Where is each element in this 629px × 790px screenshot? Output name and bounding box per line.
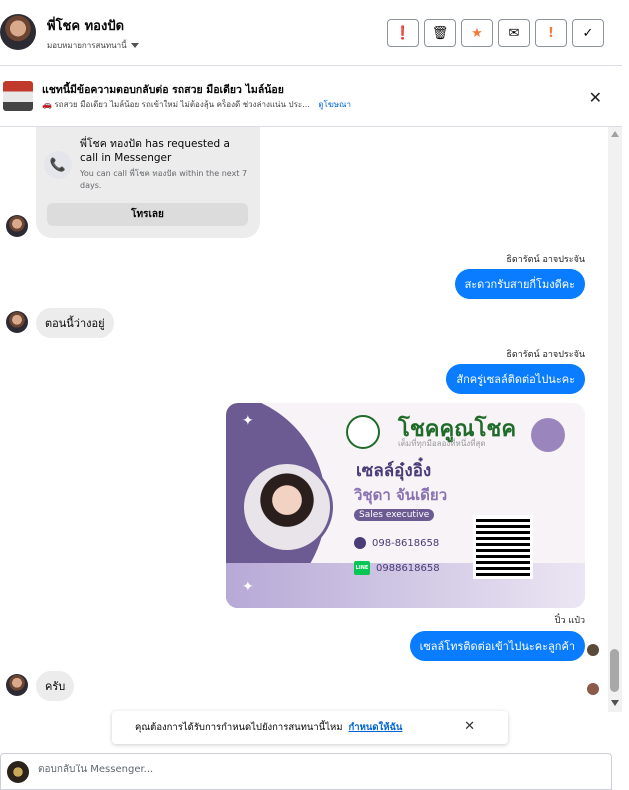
done-button[interactable]: ✓ — [572, 19, 604, 47]
card-tagline: เต็มที่ทุกมือลองที่หนึ่งที่สุด — [398, 439, 486, 448]
card-full-name: วิชุดา จันเดียว — [354, 486, 448, 504]
message-thread: 📞 พี่โชค ทองปัด has requested a call in … — [0, 127, 622, 747]
call-request-card: 📞 พี่โชค ทองปัด has requested a call in … — [36, 127, 260, 238]
assign-to-me-link[interactable]: กำหนดให้ฉัน — [349, 720, 403, 735]
delete-button[interactable]: 🗑 — [424, 19, 456, 47]
trash-icon: 🗑 — [431, 25, 449, 41]
message-bubble-outgoing[interactable]: เซลล์โทรติดต่อเข้าไปนะคะลูกค้า — [409, 631, 585, 661]
phone-icon: 📞 — [44, 151, 72, 179]
assign-prompt-toast: คุณต้องการได้รับการกำหนดไปยังการสนทนานี้… — [112, 711, 508, 744]
contact-avatar[interactable] — [0, 14, 36, 50]
business-card-image[interactable]: ✦ ✦ โชคคูณโชค เต็มที่ทุกมือลองที่หนึ่งที… — [226, 403, 585, 608]
assign-label: มอบหมายการสนทนานี้ — [47, 41, 127, 50]
card-decoration — [531, 418, 565, 452]
card-phone: 098-8618658 — [354, 537, 439, 549]
page-avatar — [7, 761, 29, 783]
message-bubble-incoming[interactable]: ครับ — [36, 671, 75, 701]
message-bubble-incoming[interactable]: ตอนนี้ว่างอยู่ — [36, 308, 114, 338]
card-line: LINE 0988618658 — [354, 561, 440, 575]
ad-title: แชทนี้มีข้อความตอบกลับต่อ รถสวย มือเดียว… — [42, 84, 284, 96]
check-icon: ✓ — [582, 25, 594, 41]
call-request-subtitle: You can call พี่โชค ทองปัด within the ne… — [80, 169, 248, 190]
ad-banner: แชทนี้มีข้อความตอบกลับต่อ รถสวย มือเดียว… — [0, 66, 622, 127]
follow-up-button[interactable]: ! — [535, 19, 567, 47]
spam-button[interactable]: ❗ — [387, 19, 419, 47]
close-icon[interactable]: ✕ — [464, 719, 475, 734]
mark-unread-button[interactable]: ✉ — [498, 19, 530, 47]
message-bubble-outgoing[interactable]: สักครู่เซลล์ติดต่อไปนะคะ — [446, 364, 585, 394]
exclamation-icon: ! — [548, 25, 554, 41]
qr-code — [473, 515, 533, 579]
avatar — [6, 215, 28, 237]
read-receipt-avatar — [587, 683, 599, 695]
brand-logo — [346, 415, 380, 449]
sender-name: ธิดารัตน์ อาจประจัน — [506, 350, 585, 360]
avatar — [6, 311, 28, 333]
star-button[interactable]: ★ — [461, 19, 493, 47]
sparkle-icon: ✦ — [242, 413, 254, 429]
scroll-down-icon[interactable] — [611, 700, 619, 706]
ad-thumbnail — [3, 81, 33, 111]
assign-prompt-text: คุณต้องการได้รับการกำหนดไปยังการสนทนานี้… — [135, 722, 343, 733]
scrollbar[interactable] — [608, 127, 622, 712]
sender-name: ปิ๋ว แป๋ว — [554, 616, 585, 626]
call-now-button[interactable]: โทรเลย — [47, 203, 248, 226]
call-request-title: พี่โชค ทองปัด has requested a call in Me… — [80, 138, 230, 164]
message-bubble-outgoing[interactable]: สะดวกรับสายกี่โมงดีคะ — [454, 269, 585, 299]
card-line-id: 0988618658 — [376, 562, 440, 574]
contact-name[interactable]: พี่โชค ทองปัด — [47, 15, 124, 36]
assign-dropdown[interactable]: มอบหมายการสนทนานี้ — [47, 39, 139, 52]
card-role: Sales executive — [354, 509, 435, 521]
read-receipt-avatar — [587, 644, 599, 656]
reply-composer — [0, 753, 612, 790]
scroll-up-icon[interactable] — [611, 131, 619, 137]
conversation-header: พี่โชค ทองปัด มอบหมายการสนทนานี้ ❗ 🗑 ★ ✉… — [0, 0, 622, 66]
alert-circle-icon: ❗ — [394, 25, 412, 41]
view-ad-link[interactable]: ดูโฆษณา — [318, 100, 351, 109]
envelope-icon: ✉ — [508, 25, 520, 41]
ad-subtitle-text: 🚗 รถสวย มือเดียว ไมล์น้อย รถเข้าใหม่ ไม่… — [42, 100, 310, 109]
chevron-down-icon — [130, 43, 139, 48]
line-icon: LINE — [354, 561, 370, 575]
card-phone-number: 098-8618658 — [372, 537, 440, 549]
reply-input[interactable] — [38, 764, 578, 775]
close-icon[interactable]: ✕ — [589, 88, 602, 107]
ad-subtitle: 🚗 รถสวย มือเดียว ไมล์น้อย รถเข้าใหม่ ไม่… — [42, 98, 351, 111]
phone-icon — [354, 537, 366, 549]
avatar — [6, 674, 28, 696]
sales-photo — [241, 461, 333, 553]
scrollbar-thumb[interactable] — [610, 649, 619, 692]
sparkle-icon: ✦ — [242, 579, 254, 595]
card-nickname: เซลล์อุ๋งอิ๋ง — [356, 461, 432, 481]
sender-name: ธิดารัตน์ อาจประจัน — [506, 255, 585, 265]
header-actions: ❗ 🗑 ★ ✉ ! ✓ — [387, 19, 604, 47]
star-icon: ★ — [471, 25, 483, 41]
